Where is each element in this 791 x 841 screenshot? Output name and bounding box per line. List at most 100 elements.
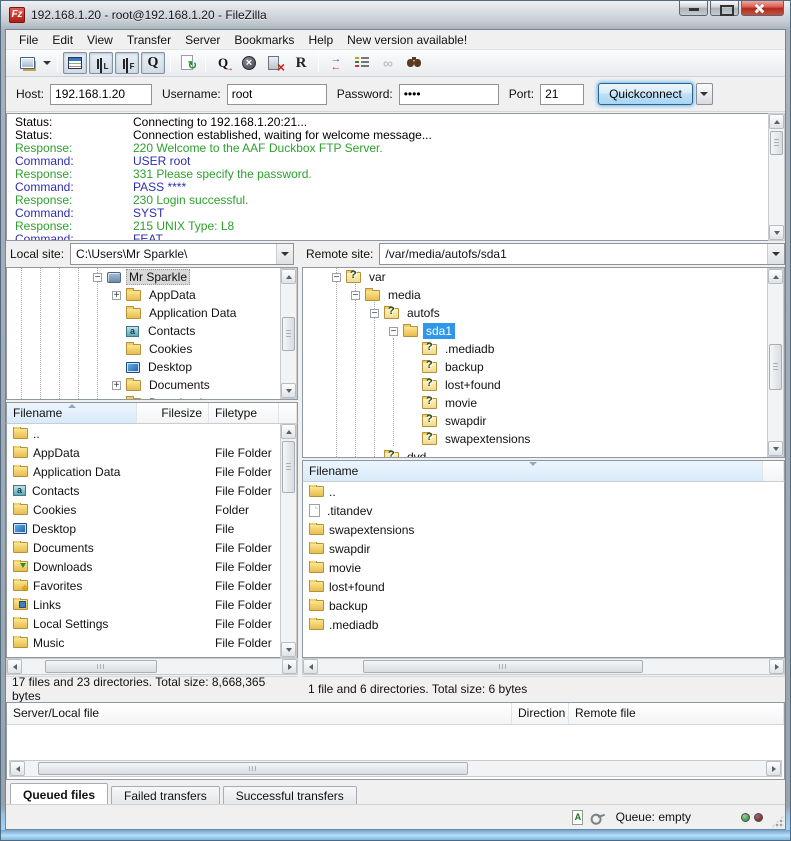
scroll-down-button[interactable] — [281, 383, 296, 398]
directory-comparison-button[interactable] — [324, 52, 348, 74]
scroll-left-button[interactable] — [303, 659, 318, 674]
local-site-combo[interactable]: C:\Users\Mr Sparkle\ — [70, 243, 294, 265]
link-dragging-button[interactable] — [376, 52, 400, 74]
remote-site-combo[interactable]: /var/media/autofs/sda1 — [379, 243, 785, 265]
tree-item-lost-found[interactable]: lost+found — [303, 376, 784, 394]
menu-item-edit[interactable]: Edit — [45, 31, 80, 49]
password-input[interactable] — [399, 84, 499, 105]
tree-item-mr-sparkle[interactable]: −Mr Sparkle — [7, 268, 297, 286]
file-row-[interactable]: .. — [303, 482, 784, 501]
tree-item-media[interactable]: −media — [303, 286, 784, 304]
tree-expander-icon[interactable]: + — [112, 291, 121, 300]
find-files-button[interactable] — [402, 52, 426, 74]
local-site-dropdown-button[interactable] — [276, 244, 293, 264]
tree-expander-icon[interactable]: − — [351, 291, 360, 300]
tree-item-autofs[interactable]: −autofs — [303, 304, 784, 322]
site-manager-button[interactable] — [15, 52, 39, 74]
tree-expander-icon[interactable]: + — [112, 399, 121, 401]
file-row-titandev[interactable]: .titandev — [303, 501, 784, 520]
scroll-up-button[interactable] — [769, 114, 784, 129]
scrollbar-thumb[interactable] — [770, 131, 783, 155]
file-row-lost-found[interactable]: lost+found — [303, 577, 784, 596]
tree-item-application-data[interactable]: Application Data — [7, 304, 297, 322]
scrollbar-thumb[interactable] — [282, 317, 295, 351]
scrollbar-thumb[interactable] — [282, 441, 295, 493]
tree-item-contacts[interactable]: Contacts — [7, 322, 297, 340]
toggle-local-tree-button[interactable] — [89, 52, 113, 74]
menu-item-view[interactable]: View — [80, 31, 120, 49]
maximize-button[interactable] — [710, 1, 739, 16]
file-row-[interactable]: .. — [7, 424, 297, 443]
scroll-down-button[interactable] — [768, 441, 783, 456]
remote-site-dropdown-button[interactable] — [767, 244, 784, 264]
queue-hscrollbar[interactable] — [9, 760, 782, 777]
tree-item-var[interactable]: −var — [303, 268, 784, 286]
scroll-up-button[interactable] — [281, 424, 296, 439]
menu-item-bookmarks[interactable]: Bookmarks — [227, 31, 301, 49]
remote-tree-scrollbar[interactable] — [767, 268, 784, 457]
scroll-right-button[interactable] — [766, 761, 781, 776]
queue-column-remote-file[interactable]: Remote file — [569, 703, 784, 724]
file-row-mediadb[interactable]: .mediadb — [303, 615, 784, 634]
file-row-backup[interactable]: backup — [303, 596, 784, 615]
tree-item-documents[interactable]: +Documents — [7, 376, 297, 394]
minimize-button[interactable] — [679, 1, 708, 16]
tree-item-movie[interactable]: movie — [303, 394, 784, 412]
queue-column-server-local-file[interactable]: Server/Local file — [7, 703, 512, 724]
file-row-links[interactable]: LinksFile Folder — [7, 595, 297, 614]
tree-item-dvd[interactable]: dvd — [303, 448, 784, 458]
site-manager-dropdown-button[interactable] — [40, 52, 53, 74]
tree-expander-icon[interactable]: − — [332, 273, 341, 282]
file-row-swapdir[interactable]: swapdir — [303, 539, 784, 558]
scrollbar-thumb[interactable] — [769, 344, 782, 390]
file-row-cookies[interactable]: CookiesFolder — [7, 500, 297, 519]
scrollbar-thumb[interactable] — [363, 660, 643, 673]
file-row-desktop[interactable]: DesktopFile — [7, 519, 297, 538]
column-header-filename[interactable]: Filename — [303, 461, 763, 481]
tree-item-swapdir[interactable]: swapdir — [303, 412, 784, 430]
toggle-remote-tree-button[interactable] — [115, 52, 139, 74]
file-row-contacts[interactable]: ContactsFile Folder — [7, 481, 297, 500]
scroll-right-button[interactable] — [769, 659, 784, 674]
disconnect-button[interactable] — [263, 52, 287, 74]
toggle-queue-button[interactable] — [141, 52, 165, 74]
local-list-hscrollbar[interactable] — [6, 658, 298, 675]
panel-splitter[interactable] — [298, 242, 302, 700]
refresh-button[interactable] — [176, 52, 200, 74]
tree-item-cookies[interactable]: Cookies — [7, 340, 297, 358]
host-input[interactable] — [50, 84, 152, 105]
file-row-local-settings[interactable]: Local SettingsFile Folder — [7, 614, 297, 633]
column-header-filesize[interactable]: Filesize — [137, 403, 209, 423]
username-input[interactable] — [227, 84, 327, 105]
reconnect-button[interactable] — [289, 52, 313, 74]
tree-item-sda1[interactable]: −sda1 — [303, 322, 784, 340]
menu-item-new-version-available[interactable]: New version available! — [340, 31, 474, 49]
remote-list-hscrollbar[interactable] — [302, 658, 785, 675]
tree-item-mediadb[interactable]: .mediadb — [303, 340, 784, 358]
scroll-up-button[interactable] — [281, 269, 296, 284]
local-list-scrollbar[interactable] — [280, 424, 297, 658]
scroll-down-button[interactable] — [769, 225, 784, 240]
file-row-favorites[interactable]: FavoritesFile Folder — [7, 576, 297, 595]
scroll-down-button[interactable] — [281, 642, 296, 657]
tree-item-desktop[interactable]: Desktop — [7, 358, 297, 376]
scroll-left-button[interactable] — [10, 761, 25, 776]
file-row-appdata[interactable]: AppDataFile Folder — [7, 443, 297, 462]
menu-item-help[interactable]: Help — [301, 31, 340, 49]
menu-item-transfer[interactable]: Transfer — [120, 31, 178, 49]
file-row-downloads[interactable]: DownloadsFile Folder — [7, 557, 297, 576]
cancel-button[interactable] — [237, 52, 261, 74]
port-input[interactable] — [540, 84, 584, 105]
tree-expander-icon[interactable]: − — [389, 327, 398, 336]
queue-column-direction[interactable]: Direction — [512, 703, 569, 724]
menu-item-file[interactable]: File — [12, 31, 45, 49]
tab-successful-transfers[interactable]: Successful transfers — [223, 786, 357, 806]
quickconnect-button[interactable]: Quickconnect — [598, 83, 693, 105]
file-row-documents[interactable]: DocumentsFile Folder — [7, 538, 297, 557]
toggle-message-log-button[interactable] — [63, 52, 87, 74]
menu-item-server[interactable]: Server — [178, 31, 227, 49]
quickconnect-dropdown-button[interactable] — [696, 83, 713, 105]
synchronized-browsing-button[interactable] — [350, 52, 374, 74]
message-log-scrollbar[interactable] — [768, 113, 785, 241]
scrollbar-thumb[interactable] — [38, 762, 468, 775]
